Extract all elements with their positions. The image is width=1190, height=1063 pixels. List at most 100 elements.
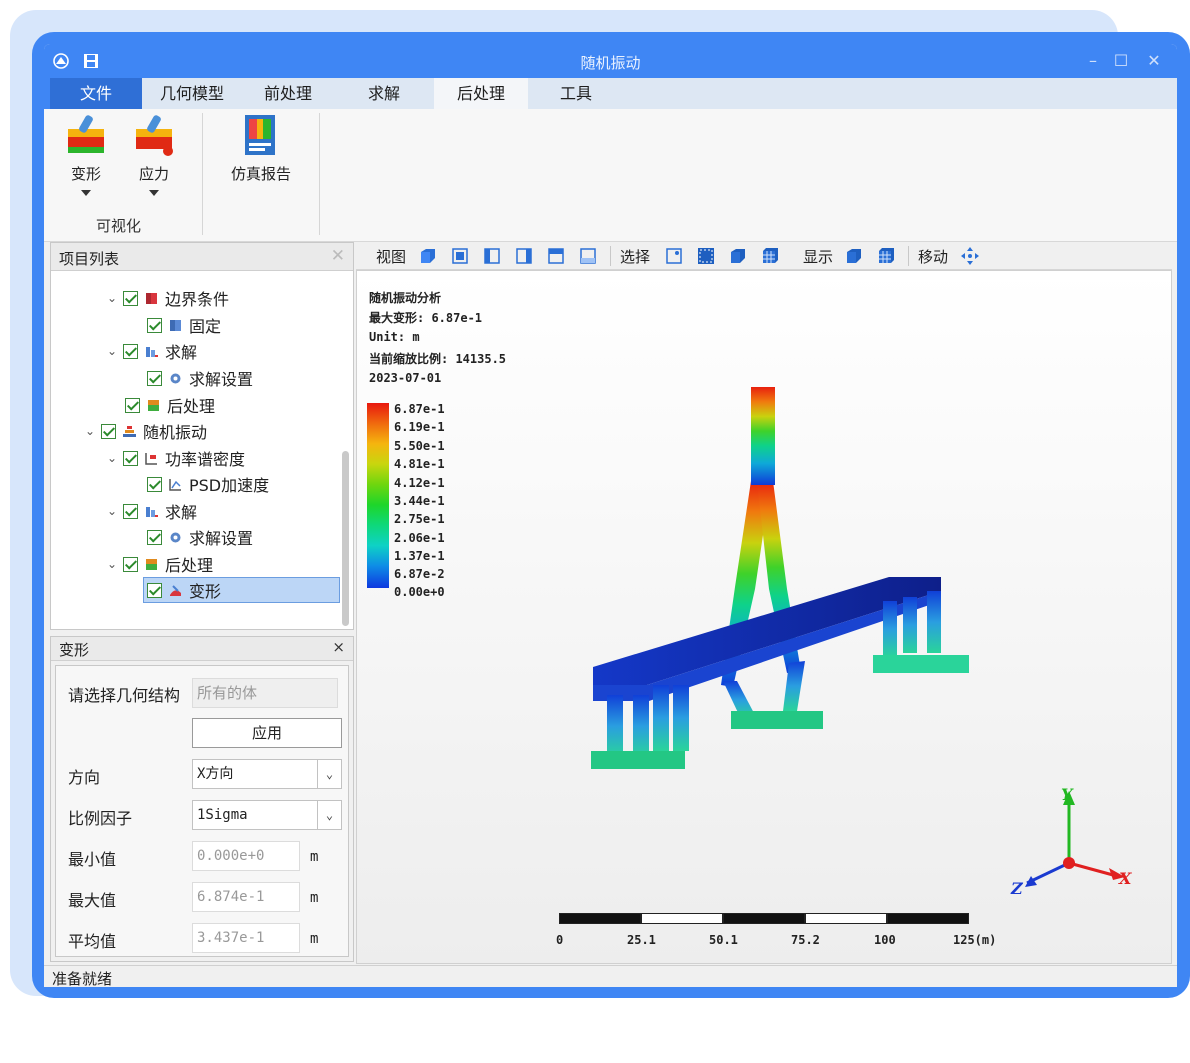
axis-y-label: Y bbox=[1061, 785, 1073, 804]
project-panel-title: 项目列表 bbox=[59, 250, 120, 268]
select-body-icon[interactable] bbox=[728, 246, 748, 266]
deform-dropdown-caret[interactable] bbox=[81, 190, 91, 196]
stress-button[interactable]: 应力 bbox=[126, 111, 182, 196]
tree-item-deform-selected[interactable]: 变形 bbox=[143, 577, 340, 603]
tree-item-boundary[interactable]: ⌄ 边界条件 bbox=[105, 286, 229, 310]
view-right-icon[interactable] bbox=[514, 246, 534, 266]
tree-item-label: 后处理 bbox=[167, 397, 216, 416]
solver-icon bbox=[146, 346, 158, 357]
view-iso-icon[interactable] bbox=[418, 246, 438, 266]
checkbox[interactable] bbox=[123, 503, 138, 519]
checkbox[interactable] bbox=[147, 370, 162, 386]
tree-item-fixed[interactable]: 固定 bbox=[147, 313, 221, 337]
geom-label: 请选择几何结构 bbox=[68, 686, 181, 705]
checkbox[interactable] bbox=[101, 423, 116, 439]
tab-solve[interactable]: 求解 bbox=[336, 78, 432, 109]
view-label: 视图 bbox=[376, 248, 407, 266]
move-label: 移动 bbox=[918, 248, 949, 266]
properties-header: 变形 × bbox=[51, 637, 353, 661]
report-icon bbox=[245, 115, 275, 155]
select-box-icon[interactable] bbox=[696, 246, 716, 266]
display-solid-icon[interactable] bbox=[844, 246, 864, 266]
gear-icon bbox=[170, 532, 181, 542]
tab-file[interactable]: 文件 bbox=[50, 78, 142, 109]
display-label: 显示 bbox=[803, 248, 834, 266]
tree-item-post[interactable]: 后处理 bbox=[125, 393, 215, 417]
toolbar-separator-2 bbox=[908, 246, 909, 266]
group-visual-label: 可视化 bbox=[96, 217, 142, 235]
axis-z-label: Z bbox=[1011, 879, 1023, 898]
tab-postprocess[interactable]: 后处理 bbox=[434, 78, 528, 109]
tab-tools[interactable]: 工具 bbox=[528, 78, 624, 109]
direction-select[interactable]: X方向 ⌄ bbox=[192, 759, 342, 789]
select-mesh-icon[interactable] bbox=[760, 246, 780, 266]
status-text: 准备就绪 bbox=[52, 970, 113, 987]
tab-preprocess[interactable]: 前处理 bbox=[240, 78, 336, 109]
view-left-icon[interactable] bbox=[482, 246, 502, 266]
close-window-icon[interactable]: ✕ bbox=[1143, 50, 1165, 72]
checkbox[interactable] bbox=[123, 556, 138, 572]
toolbar-separator bbox=[610, 246, 611, 266]
chevron-down-icon[interactable]: ⌄ bbox=[105, 451, 119, 465]
stress-dropdown-caret[interactable] bbox=[149, 190, 159, 196]
tree-item-psd[interactable]: ⌄ 功率谱密度 bbox=[105, 446, 245, 470]
tree-item-solve-settings-2[interactable]: 求解设置 bbox=[147, 525, 253, 549]
tree-item-random-vibration[interactable]: ⌄ 随机振动 bbox=[83, 419, 207, 443]
deform-button[interactable]: 变形 bbox=[58, 111, 114, 196]
tree-item-psd-accel[interactable]: PSD加速度 bbox=[147, 472, 269, 496]
minimize-icon[interactable]: – bbox=[1082, 50, 1104, 72]
checkbox[interactable] bbox=[123, 450, 138, 466]
chevron-down-icon[interactable]: ⌄ bbox=[83, 424, 97, 438]
3d-viewport[interactable]: 随机振动分析 最大变形: 6.87e-1 Unit: m 当前缩放比例: 141… bbox=[356, 270, 1172, 964]
view-toolbar: 视图 选择 显示 移动 bbox=[356, 242, 1172, 270]
view-front-icon[interactable] bbox=[450, 246, 470, 266]
report-label: 仿真报告 bbox=[230, 165, 291, 183]
tree-item-solve-2[interactable]: ⌄ 求解 bbox=[105, 499, 197, 523]
tree-item-post-2[interactable]: ⌄ 后处理 bbox=[105, 552, 213, 576]
min-label: 最小值 bbox=[68, 850, 117, 869]
project-panel-close-icon[interactable]: ✕ bbox=[331, 246, 345, 266]
scale-factor-label: 比例因子 bbox=[68, 809, 133, 828]
chevron-down-icon[interactable]: ⌄ bbox=[105, 504, 119, 518]
scale-label: 25.1 bbox=[627, 933, 656, 947]
chevron-down-icon[interactable]: ⌄ bbox=[105, 344, 119, 358]
maximize-icon[interactable]: ☐ bbox=[1110, 50, 1132, 72]
checkbox[interactable] bbox=[147, 317, 162, 333]
move-arrows-icon[interactable] bbox=[960, 246, 980, 266]
chevron-down-icon[interactable]: ⌄ bbox=[105, 557, 119, 571]
status-bar: 准备就绪 bbox=[44, 965, 1177, 987]
ribbon: 变形 应力 可视化 仿真报告 bbox=[44, 109, 1177, 242]
chevron-down-icon[interactable]: ⌄ bbox=[317, 760, 341, 788]
geom-selector[interactable]: 所有的体 bbox=[192, 678, 338, 708]
properties-close-icon[interactable]: × bbox=[332, 638, 345, 656]
tree-item-label: 求解设置 bbox=[189, 370, 254, 389]
scrollbar[interactable] bbox=[342, 451, 349, 626]
chevron-down-icon[interactable]: ⌄ bbox=[105, 291, 119, 305]
tree-item-solve-settings[interactable]: 求解设置 bbox=[147, 366, 253, 390]
max-value-field: 6.874e-1 bbox=[192, 882, 300, 912]
checkbox[interactable] bbox=[147, 529, 162, 545]
scale-factor-select[interactable]: 1Sigma ⌄ bbox=[192, 800, 342, 830]
view-top-icon[interactable] bbox=[546, 246, 566, 266]
tree-item-label: 求解 bbox=[165, 343, 198, 362]
tree-item-solve[interactable]: ⌄ 求解 bbox=[105, 339, 197, 363]
tree-item-label: 求解 bbox=[165, 503, 198, 522]
tree-item-label: 固定 bbox=[189, 317, 222, 336]
gear-icon bbox=[170, 373, 181, 383]
report-button[interactable]: 仿真报告 bbox=[222, 111, 300, 184]
avg-label: 平均值 bbox=[68, 932, 117, 951]
apply-button[interactable]: 应用 bbox=[192, 718, 342, 748]
chevron-down-icon[interactable]: ⌄ bbox=[317, 801, 341, 829]
avg-value-field: 3.437e-1 bbox=[192, 923, 300, 953]
checkbox[interactable] bbox=[123, 343, 138, 359]
checkbox[interactable] bbox=[125, 397, 140, 413]
view-bottom-icon[interactable] bbox=[578, 246, 598, 266]
select-point-icon[interactable] bbox=[664, 246, 684, 266]
checkbox[interactable] bbox=[147, 582, 162, 598]
tree-item-label: 随机振动 bbox=[143, 423, 208, 442]
tab-geometry[interactable]: 几何模型 bbox=[144, 78, 240, 109]
display-mesh-icon[interactable] bbox=[876, 246, 896, 266]
checkbox[interactable] bbox=[123, 290, 138, 306]
tree-item-label: 边界条件 bbox=[165, 290, 230, 309]
checkbox[interactable] bbox=[147, 476, 162, 492]
